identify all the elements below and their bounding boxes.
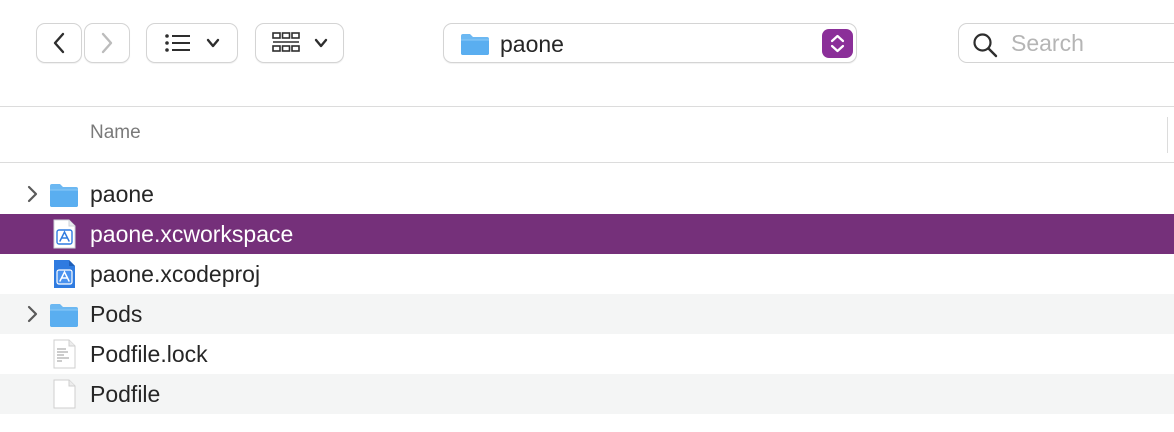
search-input[interactable]: [1011, 28, 1174, 58]
list-item[interactable]: Pods: [0, 294, 1174, 334]
folder-icon: [50, 184, 78, 207]
disclosure-triangle-icon[interactable]: [26, 185, 40, 203]
search-field[interactable]: [958, 23, 1174, 63]
view-options-button[interactable]: [146, 23, 238, 63]
text-document-icon: [53, 339, 76, 369]
path-popup[interactable]: paone: [443, 23, 857, 63]
finder-toolbar: paone: [0, 0, 1174, 107]
list-item[interactable]: paone.xcodeproj: [0, 254, 1174, 294]
file-name: Pods: [90, 301, 143, 327]
folder-icon: [461, 34, 489, 55]
xcodeproj-icon: [54, 260, 75, 288]
path-stepper[interactable]: [822, 29, 853, 58]
chevron-down-icon: [206, 38, 220, 48]
list-view-icon: [165, 34, 190, 52]
column-divider[interactable]: [1167, 117, 1168, 153]
search-icon: [973, 33, 998, 58]
file-name: paone.xcodeproj: [90, 261, 261, 287]
disclosure-triangle-icon[interactable]: [26, 305, 40, 323]
file-name: paone.xcworkspace: [90, 221, 294, 247]
path-label: paone: [500, 31, 564, 57]
forward-button[interactable]: [84, 23, 130, 63]
blank-document-icon: [53, 379, 76, 409]
file-name: Podfile.lock: [90, 341, 208, 367]
column-header: Name: [0, 107, 1174, 163]
file-name: Podfile: [90, 381, 161, 407]
file-list: paone paone.xcworkspace paone.xcodeproj: [0, 174, 1174, 414]
group-button[interactable]: [255, 23, 344, 63]
chevron-right-icon: [101, 32, 113, 54]
list-item[interactable]: Podfile.lock: [0, 334, 1174, 374]
list-item[interactable]: paone: [0, 174, 1174, 214]
up-down-chevron-icon: [822, 29, 853, 58]
grid-group-icon: [271, 32, 300, 52]
back-button[interactable]: [36, 23, 82, 63]
list-item[interactable]: paone.xcworkspace: [0, 214, 1174, 254]
name-column-header[interactable]: Name: [90, 122, 141, 144]
folder-icon: [50, 304, 78, 327]
xcworkspace-icon: [53, 219, 76, 249]
chevron-down-icon: [314, 38, 327, 48]
list-item[interactable]: Podfile: [0, 374, 1174, 414]
chevron-left-icon: [53, 32, 65, 54]
file-name: paone: [90, 181, 154, 207]
